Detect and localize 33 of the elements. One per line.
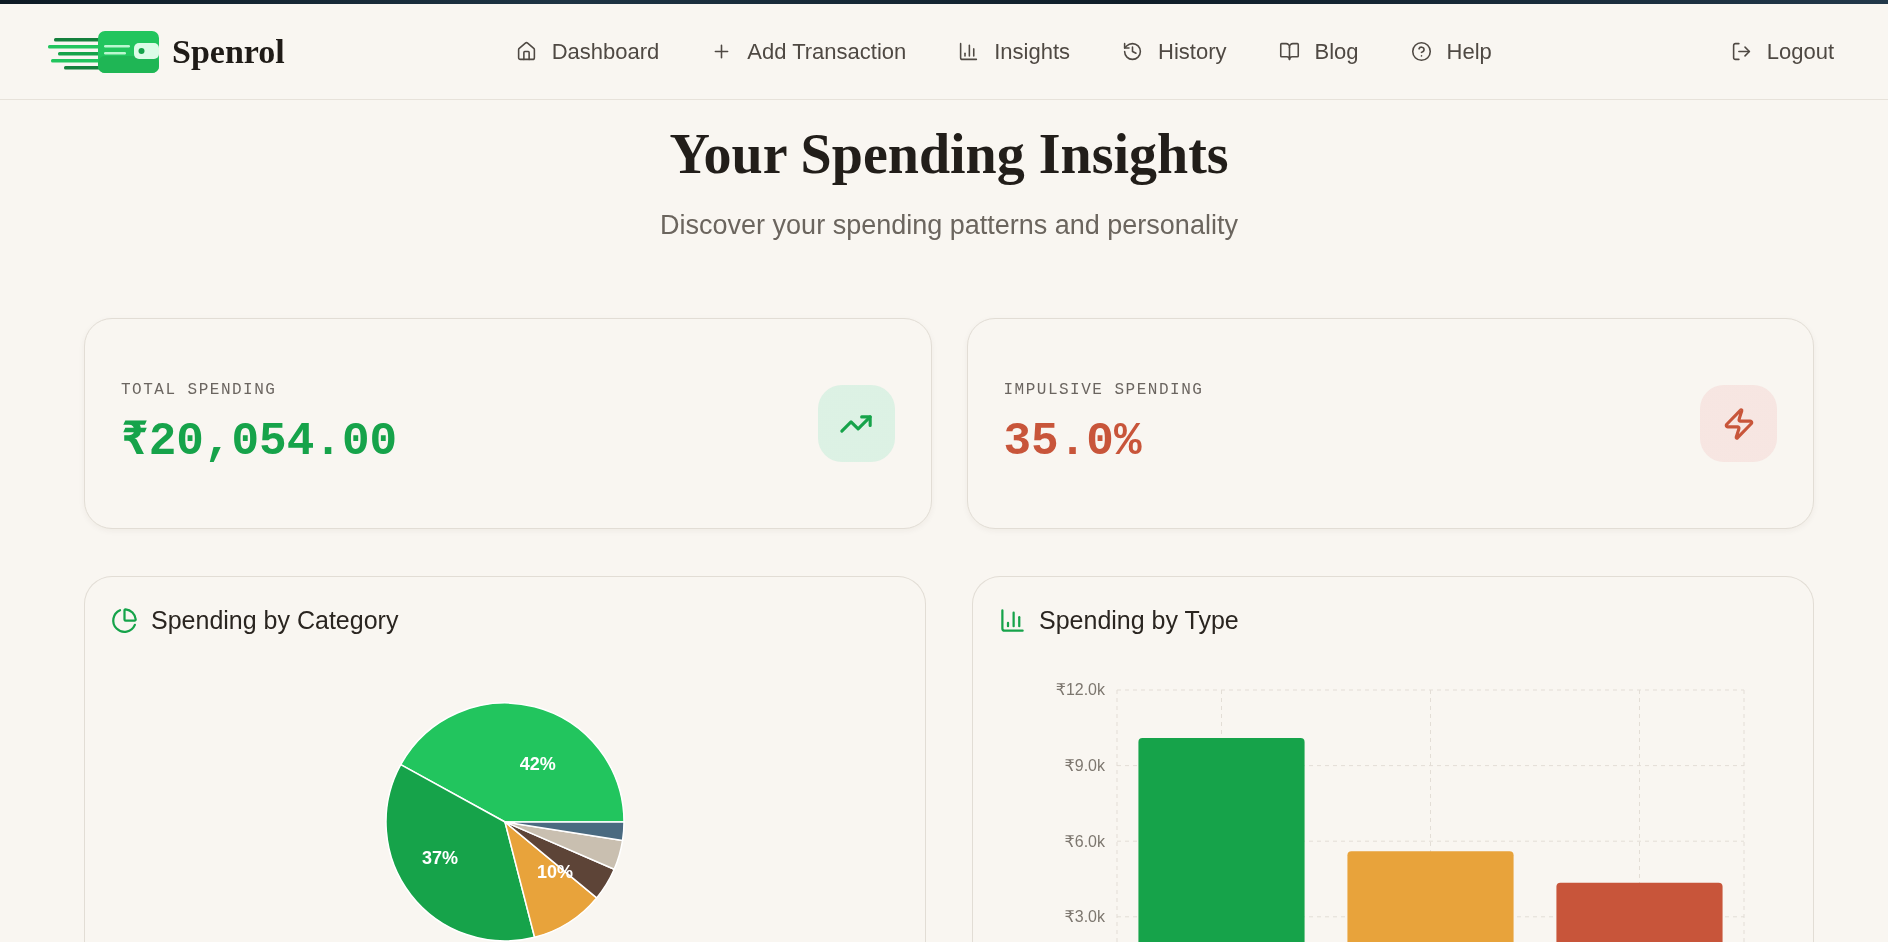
bar-chart-icon	[958, 41, 980, 62]
help-icon	[1410, 41, 1432, 62]
chart-title: Spending by Type	[1039, 605, 1239, 635]
stat-value: ₹20,054.00	[121, 415, 398, 468]
nav-link[interactable]: Help	[1402, 30, 1500, 73]
pie-chart-icon	[111, 606, 138, 634]
home-icon	[515, 41, 537, 62]
slice-label: 42%	[519, 754, 556, 775]
logout-link[interactable]: Logout	[1722, 30, 1842, 73]
logout-icon	[1730, 41, 1752, 62]
nav-link[interactable]: History	[1114, 30, 1235, 73]
page-title: Your Spending Insights	[669, 122, 1229, 187]
lightning-icon	[1700, 385, 1777, 462]
axis-tick-label: ₹12.0k	[1055, 681, 1105, 699]
nav-link[interactable]: Dashboard	[507, 30, 668, 73]
nav-link[interactable]: Insights	[950, 30, 1079, 73]
stat-label: TOTAL SPENDING	[121, 379, 277, 400]
book-icon	[1278, 41, 1300, 62]
wallet-logo-icon	[48, 29, 160, 74]
bar-chart-icon	[999, 606, 1026, 634]
stat-label: IMPULSIVE SPENDING	[1003, 379, 1204, 400]
brand-name: Spenrol	[172, 32, 285, 71]
axis-tick-label: ₹3.0k	[1064, 908, 1105, 926]
axis-tick-label: ₹6.0k	[1064, 832, 1105, 850]
chart-title: Spending by Category	[151, 605, 399, 635]
stat-value: 35.0%	[1003, 415, 1142, 468]
slice-label: 37%	[421, 848, 458, 869]
page-subtitle: Discover your spending patterns and personality	[660, 209, 1238, 242]
axis-tick-label: ₹9.0k	[1064, 757, 1105, 775]
nav-link[interactable]: Blog	[1270, 30, 1367, 73]
trend-up-icon	[817, 385, 895, 462]
history-icon	[1122, 41, 1144, 62]
nav-link[interactable]: Add Transaction	[703, 30, 915, 73]
